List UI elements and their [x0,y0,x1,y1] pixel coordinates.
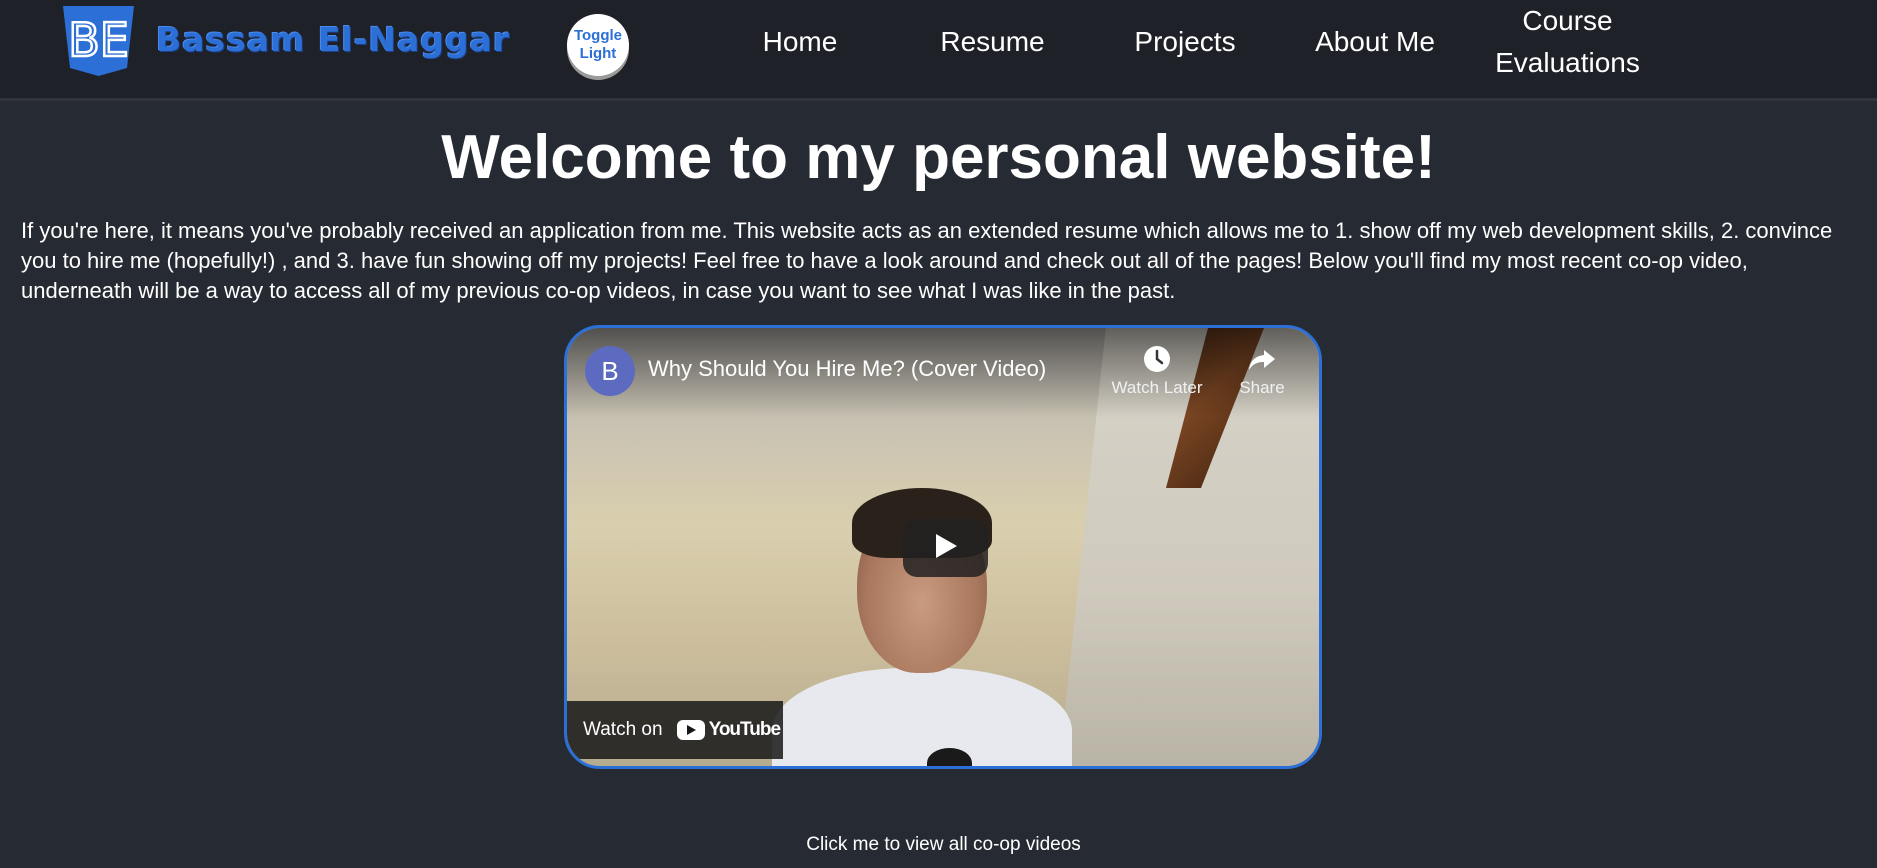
clock-icon [1102,344,1212,374]
video-thumbnail-person-body [772,668,1072,766]
nav-course-evaluations[interactable]: Course Evaluations [1490,0,1645,84]
share-label: Share [1239,378,1285,397]
share-arrow-icon [1227,344,1297,374]
nav-home[interactable]: Home [740,0,860,84]
intro-paragraph: If you're here, it means you've probably… [21,218,1833,303]
nav-projects[interactable]: Projects [1120,0,1250,84]
view-coop-videos-link[interactable]: Click me to view all co-op videos [0,834,1877,856]
share-button[interactable]: Share [1227,344,1297,398]
watch-later-label: Watch Later [1111,378,1203,397]
nav-course-line2: Evaluations [1495,47,1640,78]
video-title[interactable]: Why Should You Hire Me? (Cover Video) [648,356,1046,382]
play-icon [933,532,959,565]
logo-text: BE [68,13,129,67]
top-navbar: BE Bassam El-Naggar Toggle Light Home Res… [0,0,1877,101]
brand-name[interactable]: Bassam El-Naggar [156,20,510,59]
watch-later-button[interactable]: Watch Later [1102,344,1212,398]
watch-on-label: Watch on [583,719,663,740]
channel-avatar[interactable]: B [585,346,635,396]
youtube-embed[interactable]: B Why Should You Hire Me? (Cover Video) … [564,325,1322,769]
toggle-light-button[interactable]: Toggle Light [567,14,629,76]
logo-icon[interactable]: BE [61,4,136,77]
play-button[interactable] [903,519,988,577]
nav-about-me[interactable]: About Me [1310,0,1440,84]
youtube-label: YouTube [708,719,781,740]
toggle-label-line1: Toggle [573,27,623,44]
youtube-logo-icon: YouTube [676,719,781,741]
nav-course-line1: Course [1522,5,1613,36]
toggle-label-line2: Light [579,45,617,62]
nav-resume[interactable]: Resume [930,0,1055,84]
watch-on-youtube-button[interactable]: Watch on YouTube [567,701,783,759]
page-title: Welcome to my personal website! [441,123,1436,192]
